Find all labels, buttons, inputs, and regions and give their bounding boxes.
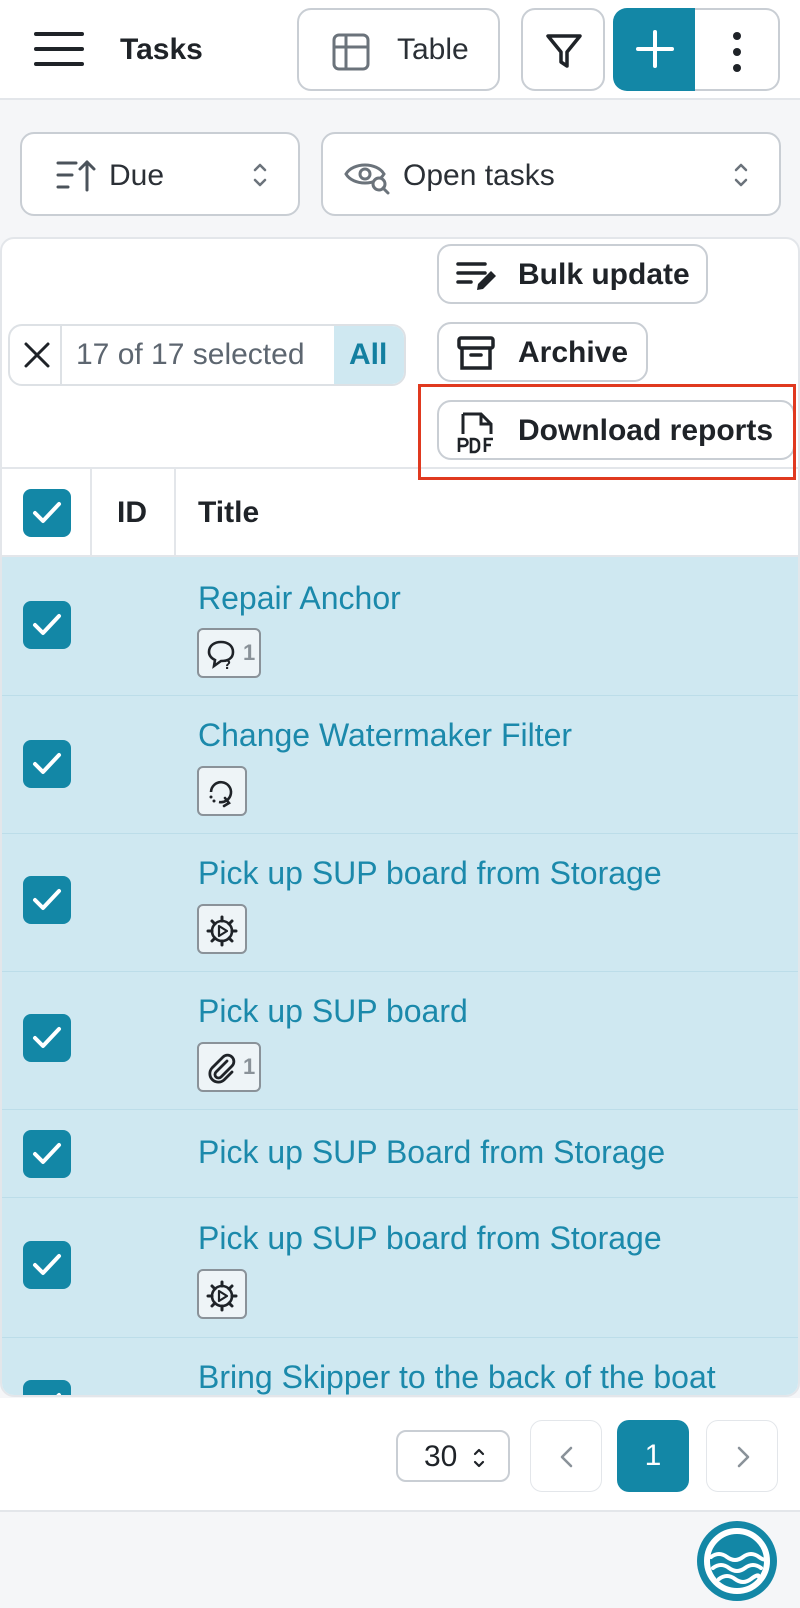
selection-group: 17 of 17 selected All bbox=[8, 324, 406, 386]
filter-icon bbox=[546, 34, 582, 68]
row-checkbox[interactable] bbox=[23, 740, 71, 788]
table-header: ID Title bbox=[2, 467, 798, 557]
top-bar: Tasks Table bbox=[0, 0, 800, 100]
close-icon bbox=[24, 342, 50, 368]
recurring-icon bbox=[209, 780, 233, 808]
next-page-button[interactable] bbox=[706, 1420, 778, 1492]
table-row[interactable]: Pick up SUP board 1 bbox=[2, 972, 798, 1110]
row-checkbox[interactable] bbox=[23, 601, 71, 649]
task-title-link[interactable]: Pick up SUP Board from Storage bbox=[198, 1133, 665, 1171]
column-header-id[interactable]: ID bbox=[117, 495, 147, 531]
check-icon bbox=[33, 1143, 61, 1164]
pagination-bar: 30 1 bbox=[0, 1398, 800, 1512]
row-checkbox[interactable] bbox=[23, 1130, 71, 1178]
chevron-right-icon bbox=[737, 1446, 750, 1468]
menu-icon[interactable] bbox=[34, 28, 84, 70]
table-icon bbox=[332, 33, 370, 71]
comment-badge[interactable]: ? 1 bbox=[197, 628, 261, 678]
check-icon bbox=[33, 753, 61, 774]
check-icon bbox=[33, 889, 61, 910]
selection-count: 17 of 17 selected bbox=[76, 338, 305, 371]
row-checkbox[interactable] bbox=[23, 1380, 71, 1395]
row-checkbox[interactable] bbox=[23, 1014, 71, 1062]
lifebuoy-waves-icon bbox=[704, 1528, 770, 1594]
chevron-left-icon bbox=[560, 1446, 573, 1468]
previous-page-button[interactable] bbox=[530, 1420, 602, 1492]
table-row[interactable]: Pick up SUP board from Storage bbox=[2, 1198, 798, 1338]
page-button-current[interactable]: 1 bbox=[617, 1420, 689, 1492]
per-page-value: 30 bbox=[424, 1440, 458, 1473]
select-all-label: All bbox=[349, 338, 388, 371]
task-title-link[interactable]: Bring Skipper to the back of the boat bbox=[198, 1358, 716, 1395]
task-title-link[interactable]: Pick up SUP board from Storage bbox=[198, 854, 662, 892]
table-body: Repair Anchor ? 1 Change Watermaker Filt… bbox=[2, 557, 798, 1395]
archive-icon bbox=[457, 336, 495, 370]
archive-label: Archive bbox=[518, 336, 629, 369]
page-title: Tasks bbox=[120, 33, 203, 66]
current-page-number: 1 bbox=[644, 1439, 662, 1472]
badge-count: 1 bbox=[243, 1054, 256, 1079]
automation-gear-icon bbox=[206, 1280, 238, 1312]
help-lifebuoy-button[interactable] bbox=[697, 1521, 777, 1601]
table-row[interactable]: Bring Skipper to the back of the boat bbox=[2, 1338, 798, 1395]
table-row[interactable]: Pick up SUP board from Storage bbox=[2, 834, 798, 972]
add-task-button[interactable] bbox=[613, 8, 697, 91]
view-table-label: Table bbox=[397, 33, 469, 66]
recurring-badge[interactable] bbox=[197, 766, 247, 816]
task-title-link[interactable]: Repair Anchor bbox=[198, 579, 401, 617]
table-row[interactable]: Change Watermaker Filter bbox=[2, 696, 798, 834]
more-vertical-icon bbox=[733, 32, 741, 40]
check-icon bbox=[33, 614, 61, 635]
clear-selection-button[interactable] bbox=[10, 326, 62, 384]
bulk-edit-icon bbox=[456, 262, 496, 290]
row-checkbox[interactable] bbox=[23, 876, 71, 924]
table-row[interactable]: Pick up SUP Board from Storage bbox=[2, 1110, 798, 1198]
task-title-link[interactable]: Pick up SUP board from Storage bbox=[198, 1219, 662, 1257]
more-dot bbox=[733, 48, 741, 56]
automation-badge[interactable] bbox=[197, 1269, 247, 1319]
archive-button[interactable]: Archive bbox=[437, 322, 648, 382]
check-icon bbox=[33, 1254, 61, 1275]
attachment-badge[interactable]: 1 bbox=[197, 1042, 261, 1092]
select-all-button[interactable]: All bbox=[334, 326, 404, 384]
row-checkbox[interactable] bbox=[23, 1241, 71, 1289]
column-divider bbox=[90, 469, 92, 557]
task-title-link[interactable]: Change Watermaker Filter bbox=[198, 716, 572, 754]
task-title-link[interactable]: Pick up SUP board bbox=[198, 992, 468, 1030]
automation-badge[interactable] bbox=[197, 904, 247, 954]
view-table-button[interactable]: Table bbox=[297, 8, 500, 91]
view-filter-select[interactable]: Open tasks bbox=[321, 132, 781, 216]
check-icon bbox=[33, 1027, 61, 1048]
view-filter-label: Open tasks bbox=[403, 159, 555, 192]
check-icon bbox=[33, 502, 61, 523]
check-icon bbox=[56, 1393, 61, 1395]
sort-icon bbox=[56, 160, 96, 192]
sort-select[interactable]: Due bbox=[20, 132, 300, 216]
bulk-update-button[interactable]: Bulk update bbox=[437, 244, 708, 304]
filter-button[interactable] bbox=[521, 8, 605, 91]
per-page-select[interactable]: 30 bbox=[396, 1430, 510, 1482]
bulk-update-label: Bulk update bbox=[518, 258, 690, 291]
column-header-title[interactable]: Title bbox=[198, 495, 259, 531]
table-row[interactable]: Repair Anchor ? 1 bbox=[2, 557, 798, 696]
column-divider bbox=[174, 469, 176, 557]
plus-icon bbox=[636, 30, 674, 68]
download-reports-highlight bbox=[418, 384, 796, 480]
badge-count: 1 bbox=[243, 640, 256, 665]
automation-gear-icon bbox=[206, 915, 238, 947]
svg-text:?: ? bbox=[224, 658, 231, 670]
select-all-checkbox[interactable] bbox=[23, 489, 71, 537]
more-options-button[interactable] bbox=[695, 8, 780, 91]
chevron-updown-icon bbox=[253, 163, 267, 187]
chevron-updown-icon bbox=[473, 1448, 485, 1468]
sort-label: Due bbox=[109, 159, 165, 192]
paperclip-icon bbox=[208, 1053, 236, 1084]
more-dot bbox=[733, 64, 741, 72]
chevron-updown-icon bbox=[734, 163, 748, 187]
eye-search-icon bbox=[344, 163, 390, 195]
comment-question-icon: ? bbox=[207, 640, 235, 670]
